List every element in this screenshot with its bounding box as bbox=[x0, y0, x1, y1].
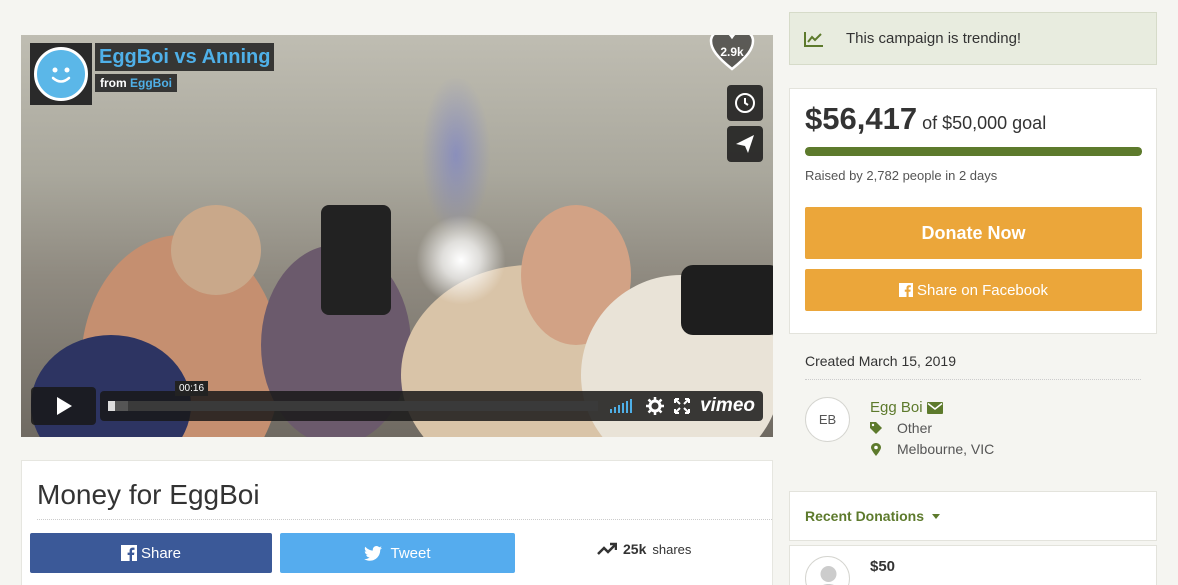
video-title[interactable]: EggBoi vs Anning bbox=[95, 43, 275, 71]
organizer-name: Egg Boi bbox=[870, 399, 923, 416]
like-button[interactable]: 2.9k bbox=[709, 35, 755, 75]
video-scene-person bbox=[321, 205, 391, 315]
video-author-link[interactable]: EggBoi bbox=[130, 76, 172, 90]
share-count: 25k shares bbox=[597, 541, 691, 557]
player-controls: 00:16 vimeo bbox=[31, 381, 763, 425]
map-pin-icon bbox=[871, 442, 881, 456]
organizer-link[interactable]: Egg Boi bbox=[870, 399, 943, 416]
tweet-button[interactable]: Tweet bbox=[280, 533, 515, 573]
goal-text: of $50,000 goal bbox=[922, 113, 1047, 133]
organizer-location: Melbourne, VIC bbox=[870, 441, 994, 457]
envelope-icon[interactable] bbox=[926, 401, 943, 414]
caret-down-icon bbox=[932, 513, 941, 519]
category-text: Other bbox=[897, 420, 933, 436]
twitter-bird-icon bbox=[364, 545, 383, 561]
tweet-label: Tweet bbox=[390, 544, 431, 562]
user-silhouette-icon bbox=[820, 566, 837, 585]
play-button[interactable] bbox=[31, 387, 96, 425]
divider bbox=[37, 519, 772, 520]
trending-arrow-icon bbox=[597, 542, 617, 555]
campaign-title-card: Money for EggBoi Share Tweet 25k shares bbox=[21, 460, 773, 585]
share-video-button[interactable] bbox=[727, 126, 763, 162]
donate-now-button[interactable]: Donate Now bbox=[805, 207, 1142, 259]
volume-icon[interactable] bbox=[610, 399, 634, 413]
like-count: 2.9k bbox=[720, 45, 744, 59]
video-scene-person bbox=[171, 205, 261, 295]
video-header: EggBoi vs Anning from EggBoi bbox=[30, 43, 275, 105]
facebook-share-label: Share bbox=[140, 544, 182, 562]
recent-donations-label: Recent Donations bbox=[805, 508, 925, 524]
vimeo-logo[interactable]: vimeo bbox=[700, 395, 755, 417]
share-on-facebook-label: Share on Facebook bbox=[917, 281, 1048, 299]
created-date: Created March 15, 2019 bbox=[805, 353, 956, 369]
smiley-icon bbox=[34, 47, 88, 101]
raised-amount: $56,417 bbox=[805, 101, 918, 136]
campaign-title: Money for EggBoi bbox=[37, 479, 260, 510]
goal-progress-fill bbox=[805, 147, 1142, 156]
paper-plane-icon bbox=[736, 135, 754, 153]
shares-count: 25k bbox=[623, 541, 647, 557]
donor-avatar bbox=[805, 556, 850, 585]
fullscreen-icon[interactable] bbox=[674, 398, 691, 414]
organizer-avatar: EB bbox=[805, 397, 850, 442]
donation-item: $50 bbox=[789, 545, 1157, 585]
current-time: 00:16 bbox=[175, 381, 209, 396]
video-scene-person bbox=[681, 265, 773, 335]
donation-amount: $50 bbox=[870, 558, 896, 575]
divider bbox=[805, 379, 1141, 380]
video-byline: from EggBoi bbox=[95, 74, 178, 92]
settings-gear-icon[interactable] bbox=[646, 397, 665, 415]
video-scene-beam bbox=[421, 75, 491, 235]
location-text: Melbourne, VIC bbox=[897, 441, 995, 457]
tag-icon bbox=[870, 422, 882, 434]
shares-label: shares bbox=[652, 541, 692, 557]
clock-icon bbox=[735, 93, 755, 113]
video-player[interactable]: EggBoi vs Anning from EggBoi 2.9k 00:16 … bbox=[21, 35, 773, 437]
channel-avatar[interactable] bbox=[30, 43, 92, 105]
goal-progress-bar bbox=[805, 147, 1142, 156]
trending-banner: This campaign is trending! bbox=[789, 12, 1157, 65]
byline-from-label: from bbox=[100, 76, 127, 90]
share-on-facebook-button[interactable]: Share on Facebook bbox=[805, 269, 1142, 311]
recent-donations-toggle[interactable]: Recent Donations bbox=[789, 491, 1157, 541]
video-scene-light bbox=[416, 215, 506, 305]
raised-summary: $56,417 of $50,000 goal bbox=[805, 101, 1046, 137]
seek-bar[interactable] bbox=[108, 401, 599, 411]
trending-chart-icon bbox=[804, 31, 823, 47]
organizer-category: Other bbox=[870, 420, 932, 436]
facebook-icon bbox=[120, 545, 137, 561]
facebook-icon bbox=[899, 283, 914, 297]
raised-by-text: Raised by 2,782 people in 2 days bbox=[805, 168, 998, 183]
watch-later-button[interactable] bbox=[727, 85, 763, 121]
play-icon bbox=[56, 397, 72, 415]
donation-card: $56,417 of $50,000 goal Raised by 2,782 … bbox=[789, 88, 1157, 334]
facebook-share-button[interactable]: Share bbox=[30, 533, 272, 573]
seek-played bbox=[108, 401, 116, 411]
control-bar: 00:16 vimeo bbox=[100, 381, 763, 421]
trending-text: This campaign is trending! bbox=[846, 30, 1022, 47]
